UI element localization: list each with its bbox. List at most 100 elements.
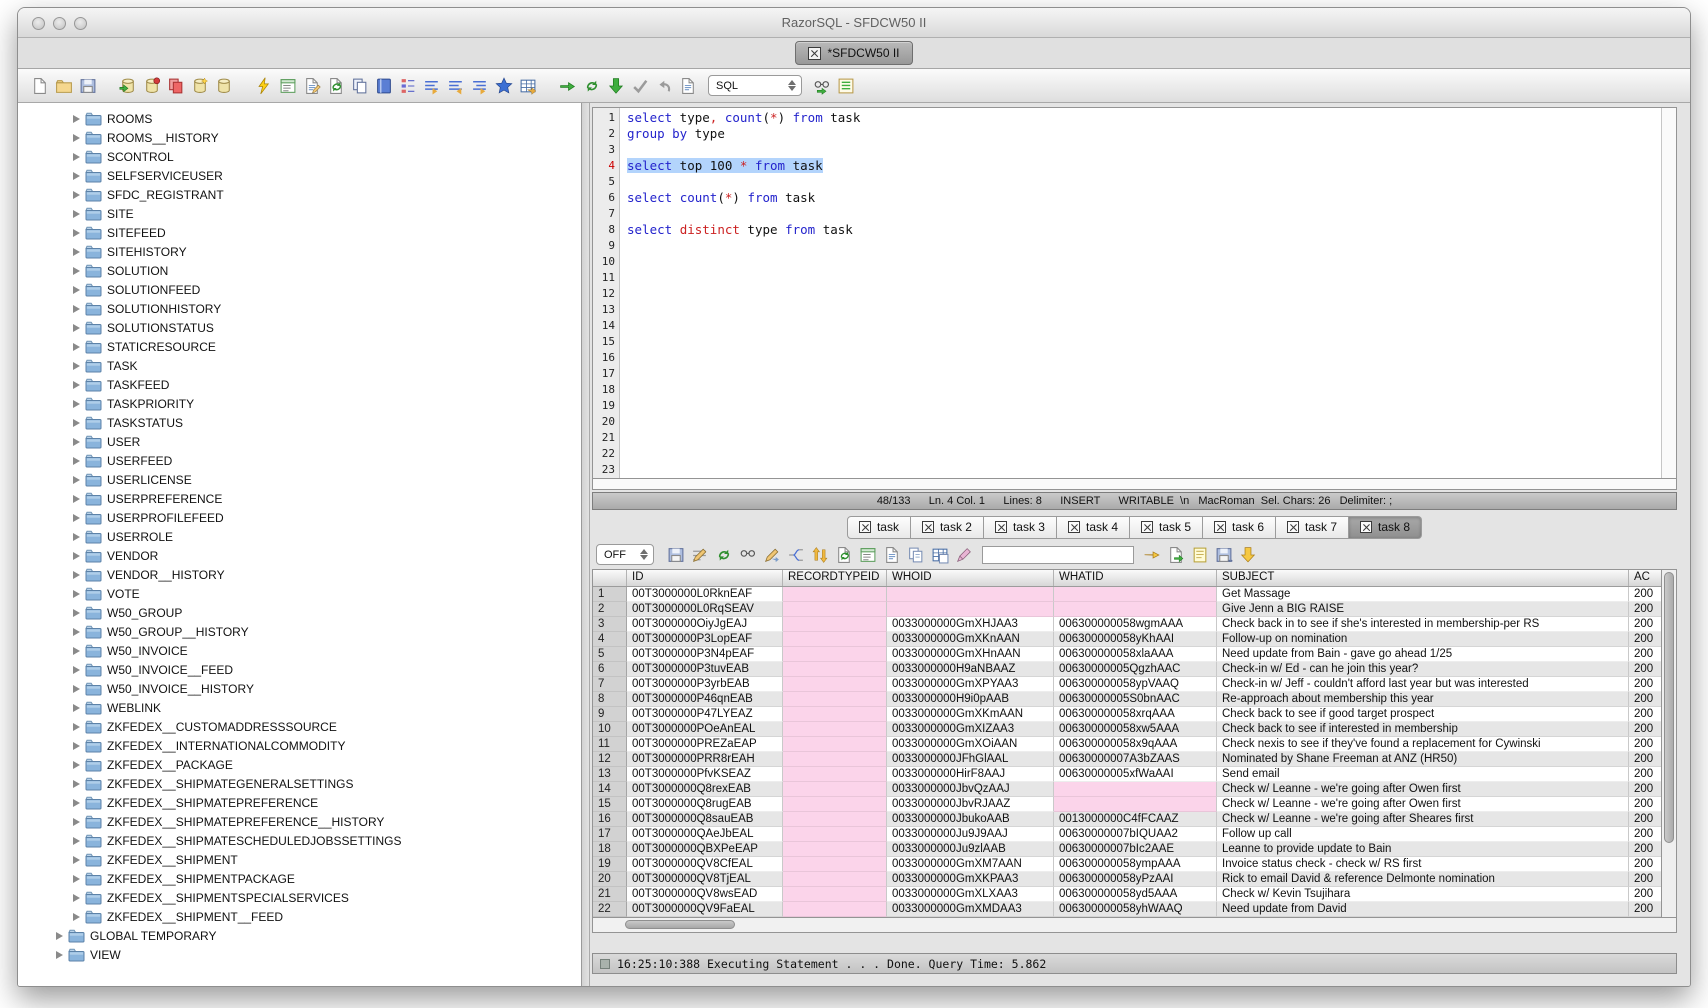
cell-ac[interactable]: 200 [1629,707,1661,722]
cell-whoid[interactable]: 0033000000GmXKnAAN [887,632,1054,647]
code-line[interactable]: select distinct type from task [627,222,1661,238]
cell-recordtypeid[interactable] [783,587,887,602]
new-file-icon[interactable] [29,75,51,97]
code-line[interactable] [627,414,1661,430]
cell-recordtypeid[interactable] [783,842,887,857]
connect-db-icon[interactable] [117,75,139,97]
cell-whoid[interactable] [887,587,1054,602]
cell-subject[interactable]: Check nexis to see if they've found a re… [1217,737,1629,752]
cell-id[interactable]: 00T3000000P47LYEAZ [627,707,783,722]
tree-item-taskpriority[interactable]: TASKPRIORITY [18,394,581,413]
cell-whatid[interactable]: 006300000058x9qAAA [1054,737,1217,752]
cell-id[interactable]: 00T3000000QAeJbEAL [627,827,783,842]
close-tab-icon[interactable] [1214,521,1226,533]
tree-item-vendor[interactable]: VENDOR [18,546,581,565]
disclosure-triangle-icon[interactable] [73,229,80,237]
tree-item-w50-group[interactable]: W50_GROUP [18,603,581,622]
result-tab-task-4[interactable]: task 4 [1057,516,1130,539]
cell-recordtypeid[interactable] [783,677,887,692]
disclosure-triangle-icon[interactable] [73,742,80,750]
close-tab-icon[interactable] [808,47,821,60]
cell-ac[interactable]: 200 [1629,797,1661,812]
column-header-id[interactable]: ID [627,570,783,586]
save-results-icon[interactable] [665,544,687,566]
cell-ac[interactable]: 200 [1629,662,1661,677]
table-list-icon[interactable] [277,75,299,97]
editor-horizontal-scrollbar[interactable] [592,479,1677,490]
edit-cell-icon[interactable] [761,544,783,566]
code-line[interactable] [627,270,1661,286]
close-tab-icon[interactable] [922,521,934,533]
cell-ac[interactable]: 200 [1629,617,1661,632]
document-tab[interactable]: *SFDCW50 II [795,41,912,65]
copy-sql-red-icon[interactable] [165,75,187,97]
tree-item-w50-group-history[interactable]: W50_GROUP__HISTORY [18,622,581,641]
disclosure-triangle-icon[interactable] [73,191,80,199]
cell-ac[interactable]: 200 [1629,902,1661,917]
cell-whoid[interactable]: 0033000000GmXKmAAN [887,707,1054,722]
commit-check-icon[interactable] [629,75,651,97]
go-next-arrow-icon[interactable] [1141,544,1163,566]
disclosure-triangle-icon[interactable] [73,381,80,389]
cell-whoid[interactable]: 0033000000GmXLXAA3 [887,887,1054,902]
cell-recordtypeid[interactable] [783,872,887,887]
export-table-icon[interactable] [517,75,539,97]
code-line[interactable] [627,382,1661,398]
cell-subject[interactable]: Need update from Bain - gave go ahead 1/… [1217,647,1629,662]
tree-item-rooms-history[interactable]: ROOMS__HISTORY [18,128,581,147]
cell-recordtypeid[interactable] [783,707,887,722]
cell-id[interactable]: 00T3000000P3tuvEAB [627,662,783,677]
cell-recordtypeid[interactable] [783,617,887,632]
refresh-results-icon[interactable] [713,544,735,566]
cell-id[interactable]: 00T3000000P3N4pEAF [627,647,783,662]
close-tab-icon[interactable] [1068,521,1080,533]
cell-whatid[interactable]: 006300000058xlaAAA [1054,647,1217,662]
tree-item-zkfedex-internationalcommodity[interactable]: ZKFEDEX__INTERNATIONALCOMMODITY [18,736,581,755]
cell-id[interactable]: 00T3000000L0RknEAF [627,587,783,602]
cell-recordtypeid[interactable] [783,767,887,782]
cell-subject[interactable]: Nominated by Shane Freeman at ANZ (HR50) [1217,752,1629,767]
cell-whoid[interactable]: 0033000000Ju9J9AAJ [887,827,1054,842]
cell-subject[interactable]: Check w/ Leanne - we're going after Owen… [1217,797,1629,812]
save-all-icon[interactable] [1213,544,1235,566]
close-tab-icon[interactable] [1360,521,1372,533]
disclosure-triangle-icon[interactable] [73,267,80,275]
cell-whoid[interactable]: 0033000000JbukoAAB [887,812,1054,827]
cell-id[interactable]: 00T3000000QV9FaEAL [627,902,783,917]
cell-whatid[interactable]: 00630000007bIQUAA2 [1054,827,1217,842]
cell-whatid[interactable]: 00630000007A3bZAAS [1054,752,1217,767]
code-line[interactable]: select count(*) from task [627,190,1661,206]
cell-ac[interactable]: 200 [1629,857,1661,872]
cell-subject[interactable]: Re-approach about membership this year [1217,692,1629,707]
disclosure-triangle-icon[interactable] [73,134,80,142]
disclosure-triangle-icon[interactable] [73,305,80,313]
scrollbar-thumb[interactable] [625,920,735,929]
cell-ac[interactable]: 200 [1629,677,1661,692]
table-row[interactable]: 500T3000000P3N4pEAF0033000000GmXHnAAN006… [593,647,1661,662]
minimize-window-icon[interactable] [53,17,66,30]
code-line[interactable] [627,366,1661,382]
cell-recordtypeid[interactable] [783,812,887,827]
cell-whatid[interactable]: 006300000058xw5AAA [1054,722,1217,737]
cell-ac[interactable]: 200 [1629,647,1661,662]
disclosure-triangle-icon[interactable] [73,685,80,693]
cell-whoid[interactable]: 0033000000JFhGlAAL [887,752,1054,767]
tree-item-sitefeed[interactable]: SITEFEED [18,223,581,242]
code-line[interactable] [627,174,1661,190]
cell-subject[interactable]: Send email [1217,767,1629,782]
code-line[interactable] [627,142,1661,158]
cell-whoid[interactable]: 0033000000H9aNBAAZ [887,662,1054,677]
cell-id[interactable]: 00T3000000L0RqSEAV [627,602,783,617]
cell-whoid[interactable]: 0033000000GmXPYAA3 [887,677,1054,692]
tree-item-w50-invoice-history[interactable]: W50_INVOICE__HISTORY [18,679,581,698]
cell-whoid[interactable]: 0033000000GmXOiAAN [887,737,1054,752]
cell-ac[interactable]: 200 [1629,872,1661,887]
cell-id[interactable]: 00T3000000Q8rugEAB [627,797,783,812]
cell-recordtypeid[interactable] [783,887,887,902]
disclosure-triangle-icon[interactable] [73,780,80,788]
editor-vertical-scrollbar[interactable] [1661,108,1676,478]
tree-item-zkfedex-shipmentspecialservices[interactable]: ZKFEDEX__SHIPMENTSPECIALSERVICES [18,888,581,907]
tree-item-zkfedex-shipment[interactable]: ZKFEDEX__SHIPMENT [18,850,581,869]
close-tab-icon[interactable] [1141,521,1153,533]
disclosure-triangle-icon[interactable] [73,609,80,617]
